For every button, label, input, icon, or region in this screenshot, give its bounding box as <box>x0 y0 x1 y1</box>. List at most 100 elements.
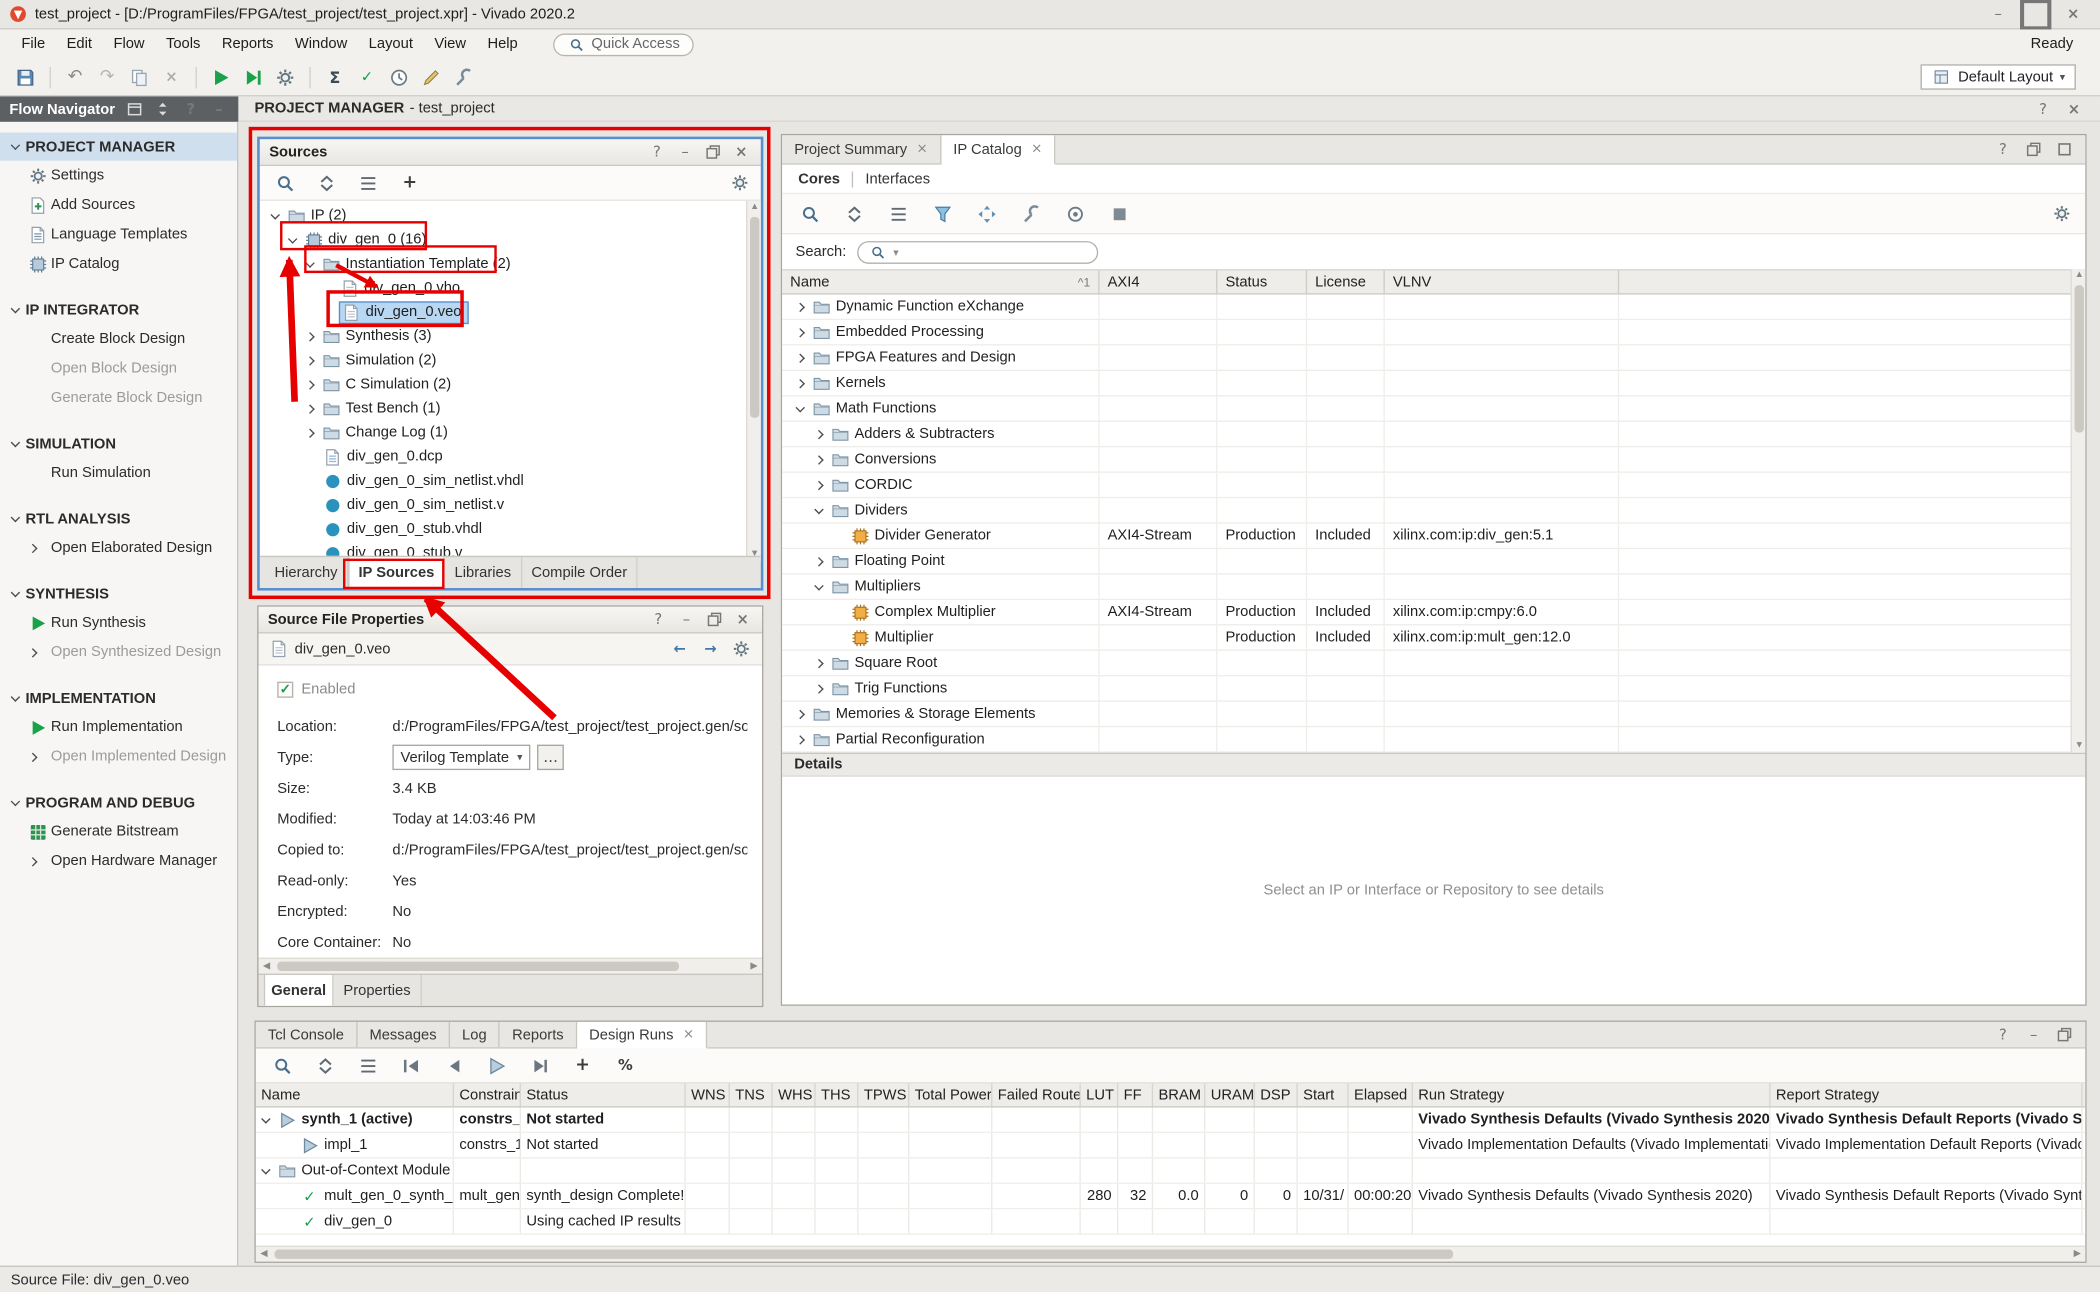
add-icon[interactable]: + <box>395 168 424 197</box>
help-icon[interactable]: ? <box>1993 1025 2013 1044</box>
target-icon[interactable] <box>1061 199 1090 228</box>
sources-tab-hierarchy[interactable]: Hierarchy <box>265 557 348 588</box>
help-icon[interactable]: ? <box>2033 99 2053 118</box>
flownav-item-open-implemented-design[interactable]: Open Implemented Design <box>0 742 237 771</box>
maximize-icon[interactable] <box>2017 1 2054 28</box>
step-icon[interactable] <box>238 62 267 91</box>
menu-file[interactable]: File <box>11 29 56 58</box>
stop-icon[interactable] <box>1105 199 1134 228</box>
scrollbar-thumb[interactable] <box>750 217 759 418</box>
source-tree-item-div-gen-0-sim-netlist-v[interactable]: div_gen_0_sim_netlist.v <box>260 493 764 517</box>
chevron-right-icon[interactable] <box>28 856 37 865</box>
chevron-down-icon[interactable] <box>11 513 20 522</box>
gear-icon[interactable] <box>731 640 751 659</box>
column-header-tpws[interactable]: TPWS <box>858 1083 909 1106</box>
dock-icon[interactable] <box>125 100 145 119</box>
ip-catalog-row-partial-reconfiguration[interactable]: Partial Reconfiguration <box>782 727 2085 752</box>
ip-catalog-row-dividers[interactable]: Dividers <box>782 498 2085 523</box>
details-header[interactable]: Details <box>782 753 2085 777</box>
chevron-right-icon[interactable] <box>814 556 823 565</box>
flownav-item-language-templates[interactable]: Language Templates <box>0 220 237 249</box>
column-header-dsp[interactable]: DSP <box>1255 1083 1298 1106</box>
close-icon[interactable]: × <box>1031 142 1042 157</box>
pencil-icon[interactable] <box>417 62 446 91</box>
help-icon[interactable]: ? <box>1993 140 2013 159</box>
run-icon[interactable] <box>482 1051 511 1080</box>
float-icon[interactable] <box>2024 140 2044 159</box>
column-header-constraints[interactable]: Constraints <box>454 1083 521 1106</box>
flownav-item-generate-bitstream[interactable]: Generate Bitstream <box>0 817 237 846</box>
ip-catalog-row-dynamic-function-exchange[interactable]: Dynamic Function eXchange <box>782 295 2085 320</box>
gear-icon[interactable] <box>730 173 750 192</box>
chevron-right-icon[interactable] <box>28 752 37 761</box>
view-tab-cores[interactable]: Cores <box>798 171 840 187</box>
chevron-right-icon[interactable] <box>814 480 823 489</box>
flownav-item-open-synthesized-design[interactable]: Open Synthesized Design <box>0 637 237 666</box>
scrollbar-thumb[interactable] <box>275 1250 1454 1259</box>
chevron-down-icon[interactable] <box>11 692 20 701</box>
source-tree-item-c-simulation[interactable]: C Simulation (2) <box>260 372 764 396</box>
column-header-total-power[interactable]: Total Power <box>909 1083 992 1106</box>
close-icon[interactable]: × <box>731 143 751 162</box>
design-run-row-impl-1[interactable]: impl_1constrs_1Not startedVivado Impleme… <box>256 1133 2085 1158</box>
menu-tools[interactable]: Tools <box>155 29 211 58</box>
bottom-tab-reports[interactable]: Reports <box>500 1022 577 1047</box>
enabled-checkbox[interactable]: ✓ <box>277 682 293 698</box>
menu-view[interactable]: View <box>424 29 477 58</box>
column-header-name[interactable]: Name <box>256 1083 454 1106</box>
chevron-right-icon[interactable] <box>305 356 314 365</box>
scrollbar-thumb[interactable] <box>277 962 679 971</box>
back-icon[interactable] <box>439 1051 468 1080</box>
properties-tab-general[interactable]: General <box>264 975 334 1006</box>
flownav-section-implementation[interactable]: IMPLEMENTATION <box>0 684 237 712</box>
column-header-failed-routes[interactable]: Failed Routes <box>992 1083 1080 1106</box>
source-tree-item-simulation[interactable]: Simulation (2) <box>260 348 764 372</box>
flownav-section-synthesis[interactable]: SYNTHESIS <box>0 580 237 608</box>
maximize-icon[interactable] <box>2054 140 2074 159</box>
chevron-right-icon[interactable] <box>795 378 804 387</box>
menu-help[interactable]: Help <box>477 29 529 58</box>
source-tree-item-test-bench[interactable]: Test Bench (1) <box>260 396 764 420</box>
source-tree-item-ip[interactable]: IP (2) <box>260 204 764 228</box>
scroll-up-icon[interactable]: ▲ <box>747 201 762 214</box>
sum-icon[interactable]: Σ <box>320 62 349 91</box>
chevron-right-icon[interactable] <box>305 428 314 437</box>
column-header-wns[interactable]: WNS <box>686 1083 730 1106</box>
chevron-down-icon[interactable] <box>814 504 823 513</box>
flownav-section-rtl-analysis[interactable]: RTL ANALYSIS <box>0 505 237 533</box>
scroll-right-icon[interactable]: ▶ <box>2069 1247 2085 1262</box>
scroll-down-icon[interactable]: ▼ <box>2072 739 2087 752</box>
menu-reports[interactable]: Reports <box>211 29 284 58</box>
close-icon[interactable]: × <box>917 142 928 157</box>
ip-catalog-row-cordic[interactable]: CORDIC <box>782 473 2085 498</box>
view-tab-interfaces[interactable]: Interfaces <box>865 171 930 187</box>
ip-catalog-row-divider-generator[interactable]: Divider GeneratorAXI4-StreamProductionIn… <box>782 524 2085 549</box>
filter-icon[interactable] <box>928 199 957 228</box>
type-dropdown[interactable]: Verilog Template▾ <box>392 745 530 770</box>
flownav-item-run-implementation[interactable]: Run Implementation <box>0 712 237 741</box>
chevron-right-icon[interactable] <box>305 380 314 389</box>
float-icon[interactable] <box>704 610 724 629</box>
chevron-right-icon[interactable] <box>305 331 314 340</box>
minimize-icon[interactable]: – <box>676 610 696 629</box>
step-back-icon[interactable] <box>396 1051 425 1080</box>
minimize-icon[interactable]: – <box>2024 1025 2044 1044</box>
chevron-right-icon[interactable] <box>795 353 804 362</box>
bottom-tab-tcl-console[interactable]: Tcl Console <box>256 1022 358 1047</box>
chevron-down-icon[interactable] <box>11 438 20 447</box>
ip-catalog-row-embedded-processing[interactable]: Embedded Processing <box>782 320 2085 345</box>
properties-horizontal-scrollbar[interactable]: ◀ ▶ <box>258 958 762 974</box>
expand-all-icon[interactable] <box>884 199 913 228</box>
flownav-item-create-block-design[interactable]: Create Block Design <box>0 324 237 353</box>
column-header-elapsed[interactable]: Elapsed <box>1349 1083 1413 1106</box>
design-run-row-mult-gen-0-synth-1[interactable]: ✓mult_gen_0_synth_1mult_gen_0synth_desig… <box>256 1184 2085 1209</box>
ip-catalog-row-kernels[interactable]: Kernels <box>782 371 2085 396</box>
design-run-row-synth-1-active[interactable]: synth_1 (active)constrs_1Not startedViva… <box>256 1108 2085 1133</box>
source-tree-item-change-log[interactable]: Change Log (1) <box>260 421 764 445</box>
chevron-right-icon[interactable] <box>795 735 804 744</box>
chevron-down-icon[interactable] <box>814 581 823 590</box>
chevron-right-icon[interactable] <box>814 684 823 693</box>
column-header-bram[interactable]: BRAM <box>1153 1083 1205 1106</box>
design-runs-horizontal-scrollbar[interactable]: ◀ ▶ <box>256 1246 2085 1262</box>
scroll-left-icon[interactable]: ◀ <box>256 1247 272 1262</box>
